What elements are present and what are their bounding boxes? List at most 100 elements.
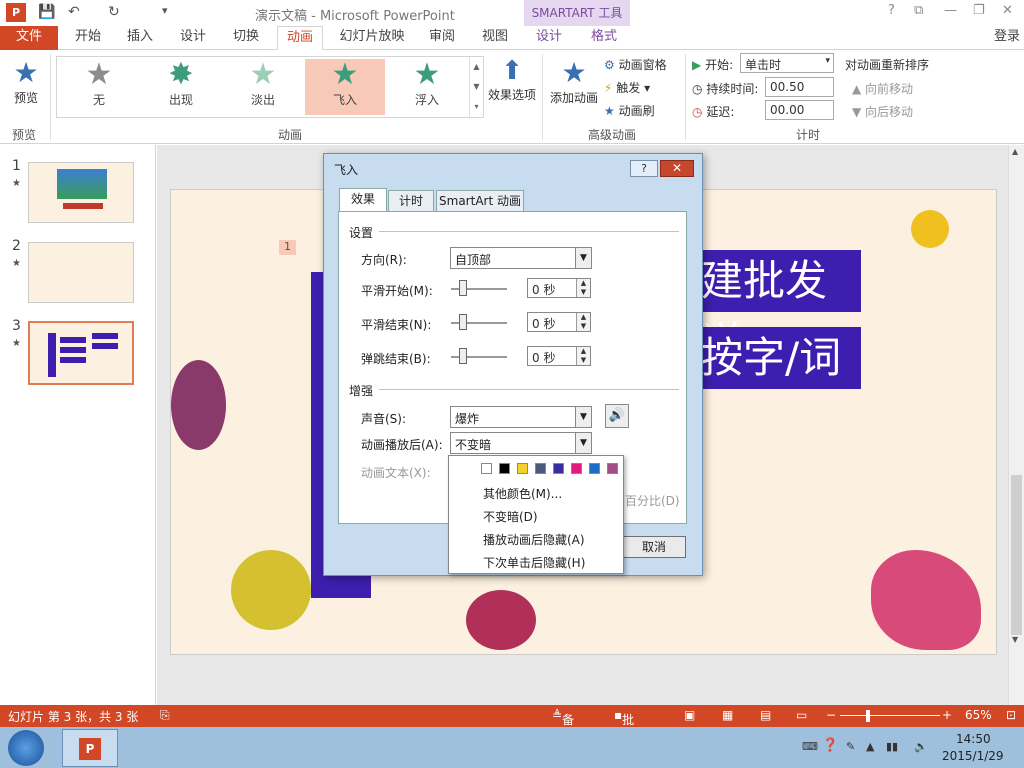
delay-spinner[interactable]: 00.00: [765, 100, 834, 120]
direction-select[interactable]: 自顶部 ▼: [450, 247, 592, 269]
move-earlier-button[interactable]: ▲ 向前移动: [852, 80, 913, 97]
tab-timing[interactable]: 计时: [388, 190, 434, 212]
tab-home[interactable]: 开始: [66, 26, 110, 50]
color-swatch-indigo[interactable]: [553, 463, 564, 474]
dialog-close-button[interactable]: ✕: [660, 160, 694, 177]
color-swatch-blue[interactable]: [589, 463, 600, 474]
tab-file[interactable]: 文件: [0, 26, 58, 50]
tab-smartart-design[interactable]: 设计: [527, 26, 571, 50]
tray-icon[interactable]: ✎: [846, 740, 855, 753]
tab-design[interactable]: 设计: [171, 26, 215, 50]
scroll-up-icon[interactable]: ▲: [1012, 147, 1018, 156]
tab-animations[interactable]: 动画: [277, 26, 323, 50]
dropdown-hide-next-click[interactable]: 下次单击后隐藏(H): [483, 554, 585, 571]
slide-sorter-icon[interactable]: ▦: [722, 708, 733, 722]
smooth-start-spinner[interactable]: 0 秒 ▲ ▼: [527, 278, 591, 298]
color-swatch-slate[interactable]: [535, 463, 546, 474]
gallery-item-float-in[interactable]: ★ 浮入: [387, 59, 467, 115]
move-later-button[interactable]: ▼ 向后移动: [852, 103, 913, 120]
chevron-down-icon[interactable]: ▼: [575, 407, 591, 427]
slide-thumbnail-3[interactable]: [28, 321, 134, 385]
volume-icon[interactable]: 🔈: [914, 740, 928, 753]
save-icon[interactable]: 💾: [38, 4, 55, 20]
tab-smartart-format[interactable]: 格式: [582, 26, 626, 50]
zoom-out-icon[interactable]: −: [826, 708, 836, 722]
smooth-start-slider[interactable]: [459, 280, 467, 296]
animation-painter-button[interactable]: ★ 动画刷: [604, 102, 655, 119]
restore-icon[interactable]: ❐: [973, 3, 985, 18]
dropdown-hide-after[interactable]: 播放动画后隐藏(A): [483, 531, 585, 548]
slide-thumbnail-1[interactable]: [28, 162, 134, 223]
color-swatch-yellow[interactable]: [517, 463, 528, 474]
spinner-arrows-icon[interactable]: ▲ ▼: [576, 313, 590, 331]
keyboard-icon[interactable]: ⌨: [802, 740, 818, 753]
add-animation-button[interactable]: ★ 添加动画: [548, 56, 600, 106]
dialog-help-button[interactable]: ?: [630, 160, 658, 177]
minimize-icon[interactable]: —: [944, 3, 957, 18]
scroll-down-icon[interactable]: ▼: [1012, 635, 1018, 644]
preview-button[interactable]: ★ 预览: [6, 56, 46, 106]
show-hidden-icons-icon[interactable]: ▲: [866, 740, 874, 753]
tab-smartart-animation[interactable]: SmartArt 动画: [436, 190, 524, 212]
color-swatch-magenta[interactable]: [571, 463, 582, 474]
cancel-button[interactable]: 取消: [622, 536, 686, 558]
duration-spinner[interactable]: 00.50: [765, 77, 834, 97]
notes-button[interactable]: ≜ 备注: [552, 708, 574, 744]
color-swatch-black[interactable]: [499, 463, 510, 474]
dropdown-more-colors[interactable]: 其他颜色(M)...: [483, 485, 562, 502]
tab-transitions[interactable]: 切换: [224, 26, 268, 50]
effect-options-button[interactable]: ⬆ 效果选项: [486, 56, 538, 103]
spinner-arrows-icon[interactable]: ▲ ▼: [576, 347, 590, 365]
help-tray-icon[interactable]: ❓: [822, 738, 838, 753]
normal-view-icon[interactable]: ▣: [684, 708, 695, 722]
color-swatch-plum[interactable]: [607, 463, 618, 474]
smooth-end-slider[interactable]: [459, 314, 467, 330]
tab-insert[interactable]: 插入: [118, 26, 162, 50]
scroll-thumb[interactable]: [1011, 475, 1022, 635]
bounce-end-slider[interactable]: [459, 348, 467, 364]
bounce-end-spinner[interactable]: 0 秒 ▲ ▼: [527, 346, 591, 366]
animation-pane-button[interactable]: ⚙ 动画窗格: [604, 56, 667, 73]
gallery-item-fade[interactable]: ★ 淡出: [223, 59, 303, 115]
undo-icon[interactable]: ↶: [68, 4, 80, 20]
sound-select[interactable]: 爆炸 ▼: [450, 406, 592, 428]
speaker-icon[interactable]: 🔊: [605, 404, 629, 428]
chevron-down-icon[interactable]: ▼: [575, 433, 591, 453]
slideshow-icon[interactable]: ▭: [796, 708, 807, 722]
tab-effect[interactable]: 效果: [339, 188, 387, 212]
slide-thumbnail-2[interactable]: [28, 242, 134, 303]
zoom-level[interactable]: 65%: [965, 708, 992, 722]
smartart-banner-1[interactable]: 建批发送: [691, 250, 861, 367]
dropdown-dont-dim[interactable]: 不变暗(D): [483, 508, 538, 525]
login-link[interactable]: 登录: [990, 26, 1024, 50]
gallery-item-appear[interactable]: ✸ 出现: [141, 59, 221, 115]
gallery-scroll[interactable]: ▲ ▼ ▾: [469, 57, 483, 117]
smooth-end-spinner[interactable]: 0 秒 ▲ ▼: [527, 312, 591, 332]
network-icon[interactable]: ▮▮: [886, 740, 898, 753]
fit-slide-icon[interactable]: ⊡: [1006, 708, 1016, 722]
zoom-in-icon[interactable]: +: [942, 708, 952, 722]
taskbar-powerpoint[interactable]: P: [62, 729, 118, 767]
start-button-icon[interactable]: [8, 730, 44, 766]
spinner-arrows-icon[interactable]: ▲ ▼: [576, 279, 590, 297]
ribbon-display-icon[interactable]: ⧉: [914, 3, 923, 18]
help-icon[interactable]: ?: [888, 3, 895, 18]
close-icon[interactable]: ✕: [1002, 3, 1013, 18]
gallery-item-fly-in[interactable]: ★ 飞入: [305, 59, 385, 115]
tab-review[interactable]: 审阅: [420, 26, 464, 50]
color-swatch-white[interactable]: [481, 463, 492, 474]
redo-icon[interactable]: ↻: [108, 4, 120, 20]
chevron-down-icon[interactable]: ▼: [575, 248, 591, 268]
comments-button[interactable]: ▪ 批注: [614, 708, 634, 744]
clock-time[interactable]: 14:50: [956, 732, 991, 746]
reading-view-icon[interactable]: ▤: [760, 708, 771, 722]
clock-date[interactable]: 2015/1/29: [942, 749, 1004, 763]
after-animation-select[interactable]: 不变暗 ▼: [450, 432, 592, 454]
trigger-button[interactable]: ⚡ 触发 ▾: [604, 79, 650, 96]
accessibility-icon[interactable]: ⎘: [160, 708, 170, 723]
start-select[interactable]: 单击时 ▾: [740, 53, 834, 73]
gallery-item-none[interactable]: ★ 无: [59, 59, 139, 115]
zoom-slider[interactable]: [866, 710, 870, 722]
tab-slideshow[interactable]: 幻灯片放映: [334, 26, 410, 50]
customize-toolbar-icon[interactable]: ▾: [162, 4, 168, 17]
